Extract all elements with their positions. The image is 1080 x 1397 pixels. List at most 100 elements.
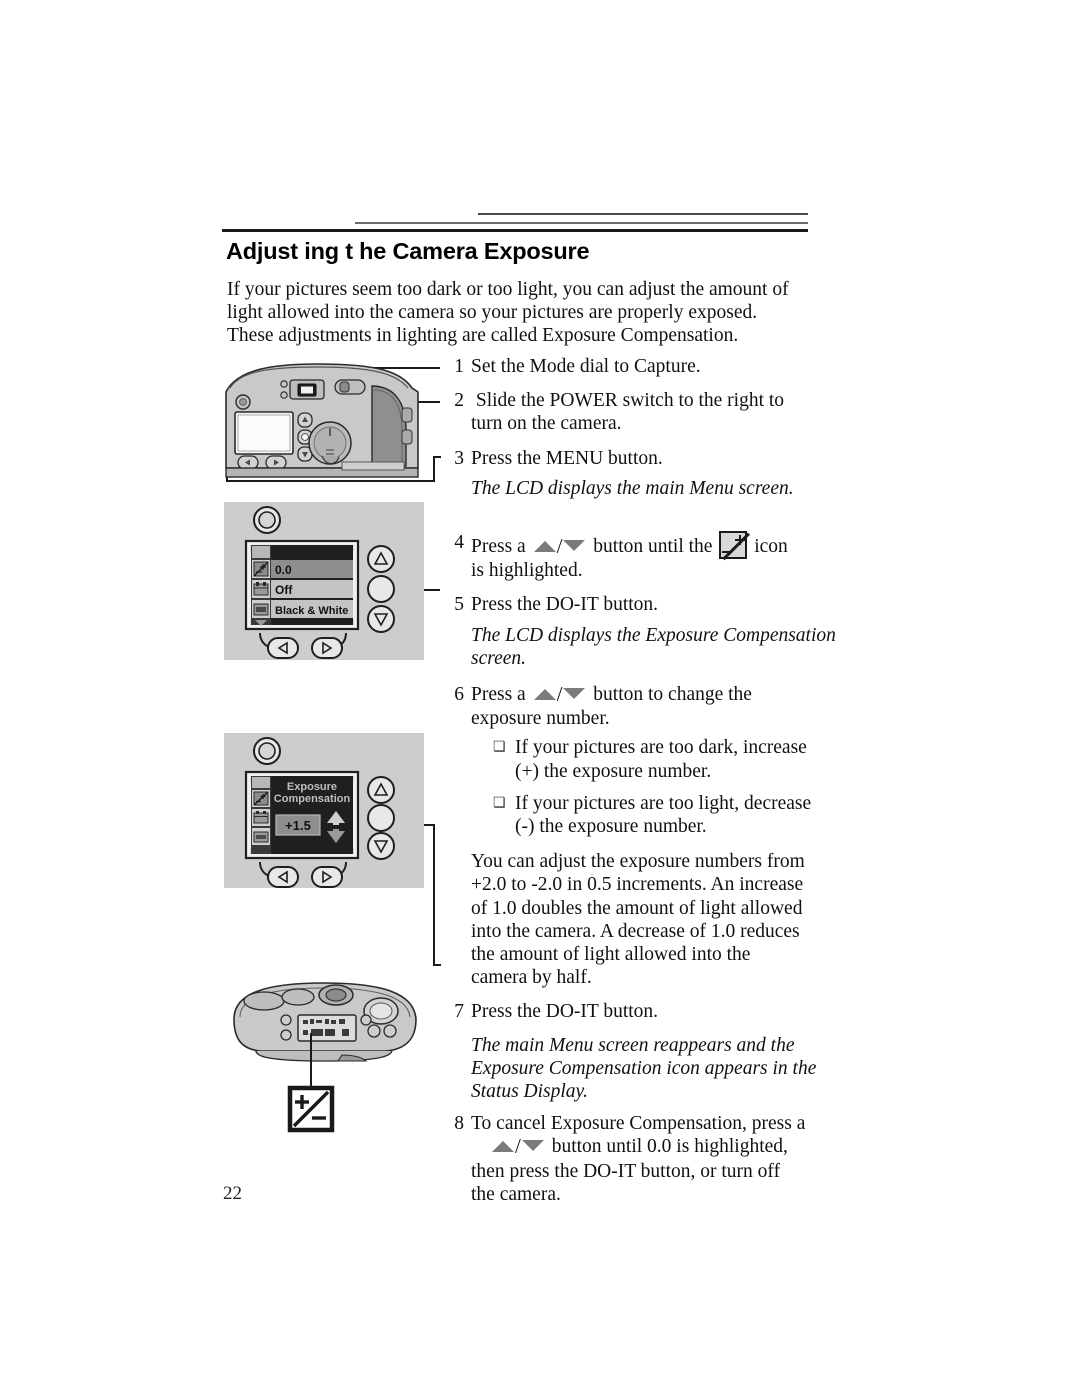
svg-text:0.0: 0.0 (275, 563, 292, 577)
step-6: 6 Press a / button to change the exposur… (440, 682, 811, 989)
step-1-number: 1 (454, 356, 464, 377)
step-6-bullets: ❑ If your pictures are too dark, increas… (493, 736, 811, 838)
step-4-body: Press a / button until the icon is highl… (471, 531, 810, 582)
triangle-up-icon (492, 1141, 514, 1153)
step-2-line-2: turn on the camera. (471, 413, 622, 435)
intro-line-1: If your pictures seem too dark or too li… (227, 279, 789, 300)
illustration-camera-back (222, 358, 432, 486)
step-6-para-line-1: You can adjust the exposure numbers from (471, 851, 805, 873)
step-8-body: To cancel Exposure Compensation, press a… (471, 1112, 810, 1206)
step-6-paragraph: You can adjust the exposure numbers from… (471, 850, 811, 989)
header-rule-bottom (222, 229, 808, 232)
step-5-line-1: Press the DO-IT button. (471, 594, 659, 616)
step-6-body: Press a / button to change the exposure … (471, 682, 811, 989)
step-6-para-line-5: the amount of light allowed into the (471, 944, 751, 966)
connector-step-3-vert (433, 456, 435, 482)
triangle-up-icon (533, 689, 556, 701)
step-5-note: The LCD displays the Exposure Compensati… (471, 624, 836, 670)
step-7-note: The main Menu screen reappears and the E… (471, 1034, 816, 1104)
step-2: 2 Slide the POWER switch to the right to… (440, 389, 810, 435)
bullet-1-line-2: (+) the exposure number. (515, 760, 712, 782)
step-8-number: 8 (454, 1113, 464, 1135)
step-3-body: Press the MENU button. The LCD displays … (471, 447, 810, 500)
step-1-line-1: Set the Mode dial to Capture. (471, 356, 701, 377)
slash-separator: / (515, 1134, 521, 1159)
step-8: 8 To cancel Exposure Compensation, press… (440, 1112, 810, 1206)
step-3-line-1: Press the MENU button. (471, 447, 663, 469)
bullet-1-line-1: If your pictures are too dark, increase (515, 737, 807, 759)
triangle-down-icon (521, 1140, 544, 1152)
exposure-compensation-icon (719, 531, 750, 560)
up-down-button-glyph: / (531, 534, 589, 559)
triangle-down-icon (563, 540, 586, 552)
step-4-line-1: Press a / button until the icon (471, 531, 810, 560)
step-7-note-line-1: The main Menu screen reappears and the (471, 1034, 795, 1056)
up-down-button-glyph: / (489, 1135, 547, 1159)
illustration-lcd-main-menu: 0.0 Off Black & White (224, 502, 424, 660)
minus-bar (722, 550, 733, 554)
step-8-line-2: / button until 0.0 is highlighted, (471, 1135, 810, 1159)
svg-text:Exposure: Exposure (287, 781, 337, 793)
bullet-marker: ❑ (493, 795, 506, 811)
svg-text:Off: Off (275, 583, 293, 597)
plus-horizontal (735, 538, 746, 541)
intro-paragraph: If your pictures seem too dark or too li… (227, 278, 797, 348)
svg-text:Black & White: Black & White (275, 605, 348, 617)
slash-separator: / (556, 534, 563, 559)
bullet-marker: ❑ (493, 740, 506, 756)
step-5-number: 5 (454, 594, 464, 616)
bullet-1-text: If your pictures are too dark, increase … (515, 736, 811, 782)
step-4-mid: button until the (588, 536, 718, 558)
slash-separator: / (556, 682, 563, 707)
step-7: 7 Press the DO-IT button. The main Menu … (440, 1000, 816, 1103)
step-2-line-1: Slide the POWER switch to the right to (471, 390, 785, 412)
step-6-pre: Press a (471, 684, 531, 706)
bullet-2-line-2: (-) the exposure number. (515, 816, 707, 838)
step-3: 3 Press the MENU button. The LCD display… (440, 447, 810, 500)
bullet-item-1: ❑ If your pictures are too dark, increas… (493, 736, 811, 782)
page-title: Adjust ing t he Camera Exposure (226, 238, 590, 264)
svg-text:Compensation: Compensation (274, 793, 351, 805)
header-rule-middle (355, 222, 808, 224)
step-3-note: The LCD displays the main Menu screen. (471, 477, 810, 500)
lcd-exposure-svg: Exposure Compensation +1.5 (224, 733, 424, 888)
step-3-note-line-1: The LCD displays the main Menu screen. (471, 477, 794, 499)
step-1: 1 Set the Mode dial to Capture. (440, 355, 810, 378)
manual-page: Adjust ing t he Camera Exposure If your … (0, 0, 1080, 1397)
step-6-para-line-6: camera by half. (471, 967, 592, 989)
step-6-para-line-2: +2.0 to -2.0 in 0.5 increments. An incre… (471, 874, 804, 896)
step-7-note-line-2: Exposure Compensation icon appears in th… (471, 1057, 817, 1079)
camera-back-svg (225, 363, 419, 478)
bullet-2-line-1: If your pictures are too light, decrease (515, 792, 812, 814)
intro-line-2: light allowed into the camera so your pi… (227, 302, 758, 324)
step-4-pre: Press a (471, 536, 531, 558)
illustration-lcd-exposure-screen: Exposure Compensation +1.5 (224, 733, 424, 888)
step-8-line-4: the camera. (471, 1183, 561, 1205)
step-6-line-1: Press a / button to change the (471, 682, 811, 707)
step-4-post: icon (749, 536, 788, 558)
step-6-para-line-3: of 1.0 doubles the amount of light allow… (471, 897, 803, 919)
intro-line-3: These adjustments in lighting are called… (227, 325, 739, 347)
step-8-line-3: then press the DO-IT button, or turn off (471, 1160, 781, 1182)
step-4-number: 4 (454, 532, 464, 554)
step-4: 4 Press a / button until the icon is hig… (440, 531, 810, 582)
connector-step-7-vert (433, 824, 435, 966)
triangle-up-icon (533, 541, 556, 553)
lcd-menu-svg: 0.0 Off Black & White (224, 502, 424, 660)
up-down-button-glyph: / (531, 682, 589, 707)
step-7-note-line-3: Status Display. (471, 1081, 589, 1103)
camera-top-svg (233, 982, 417, 1133)
step-5-note-line-2: screen. (471, 647, 527, 669)
page-number: 22 (223, 1183, 242, 1204)
bullet-2-text: If your pictures are too light, decrease… (515, 792, 811, 838)
step-5: 5 Press the DO-IT button. The LCD displa… (440, 593, 836, 670)
step-2-number: 2 (454, 390, 464, 412)
step-1-body: Set the Mode dial to Capture. (471, 355, 810, 378)
step-2-body: Slide the POWER switch to the right to t… (471, 389, 810, 435)
step-5-body: Press the DO-IT button. The LCD displays… (471, 593, 836, 670)
step-7-number: 7 (454, 1001, 464, 1023)
steps-list: 1 Set the Mode dial to Capture. 2 Slide … (440, 355, 836, 1206)
step-8-mid: button until 0.0 is highlighted, (546, 1136, 788, 1158)
illustration-camera-top (226, 975, 426, 1145)
step-4-line-2: is highlighted. (471, 560, 583, 582)
